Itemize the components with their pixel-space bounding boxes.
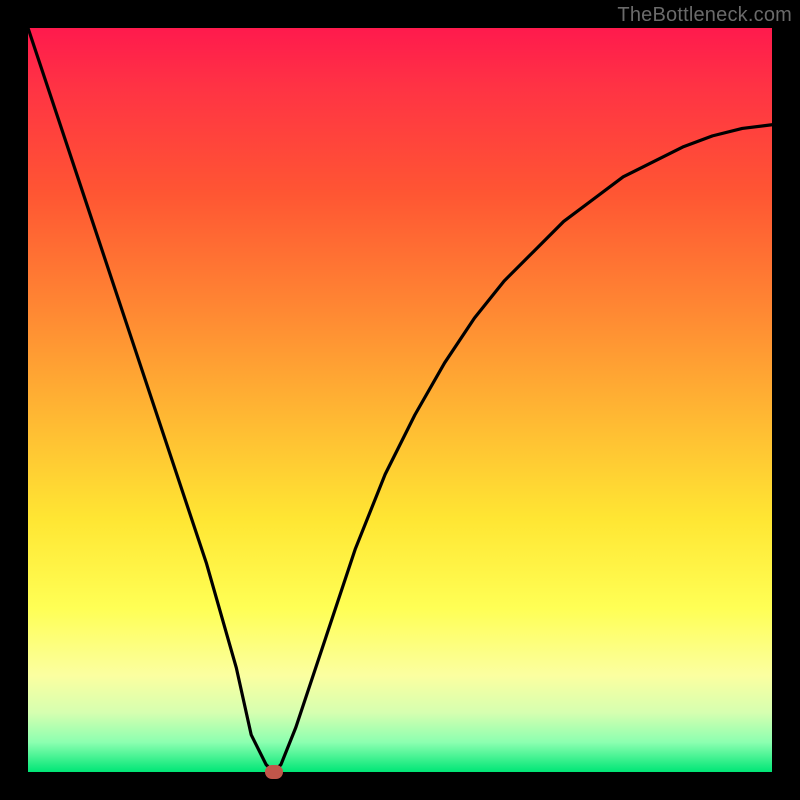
chart-frame: TheBottleneck.com <box>0 0 800 800</box>
curve-svg <box>28 28 772 772</box>
watermark-text: TheBottleneck.com <box>617 4 792 27</box>
optimal-point-marker <box>265 765 283 779</box>
plot-area <box>28 28 772 772</box>
bottleneck-curve <box>28 28 772 772</box>
